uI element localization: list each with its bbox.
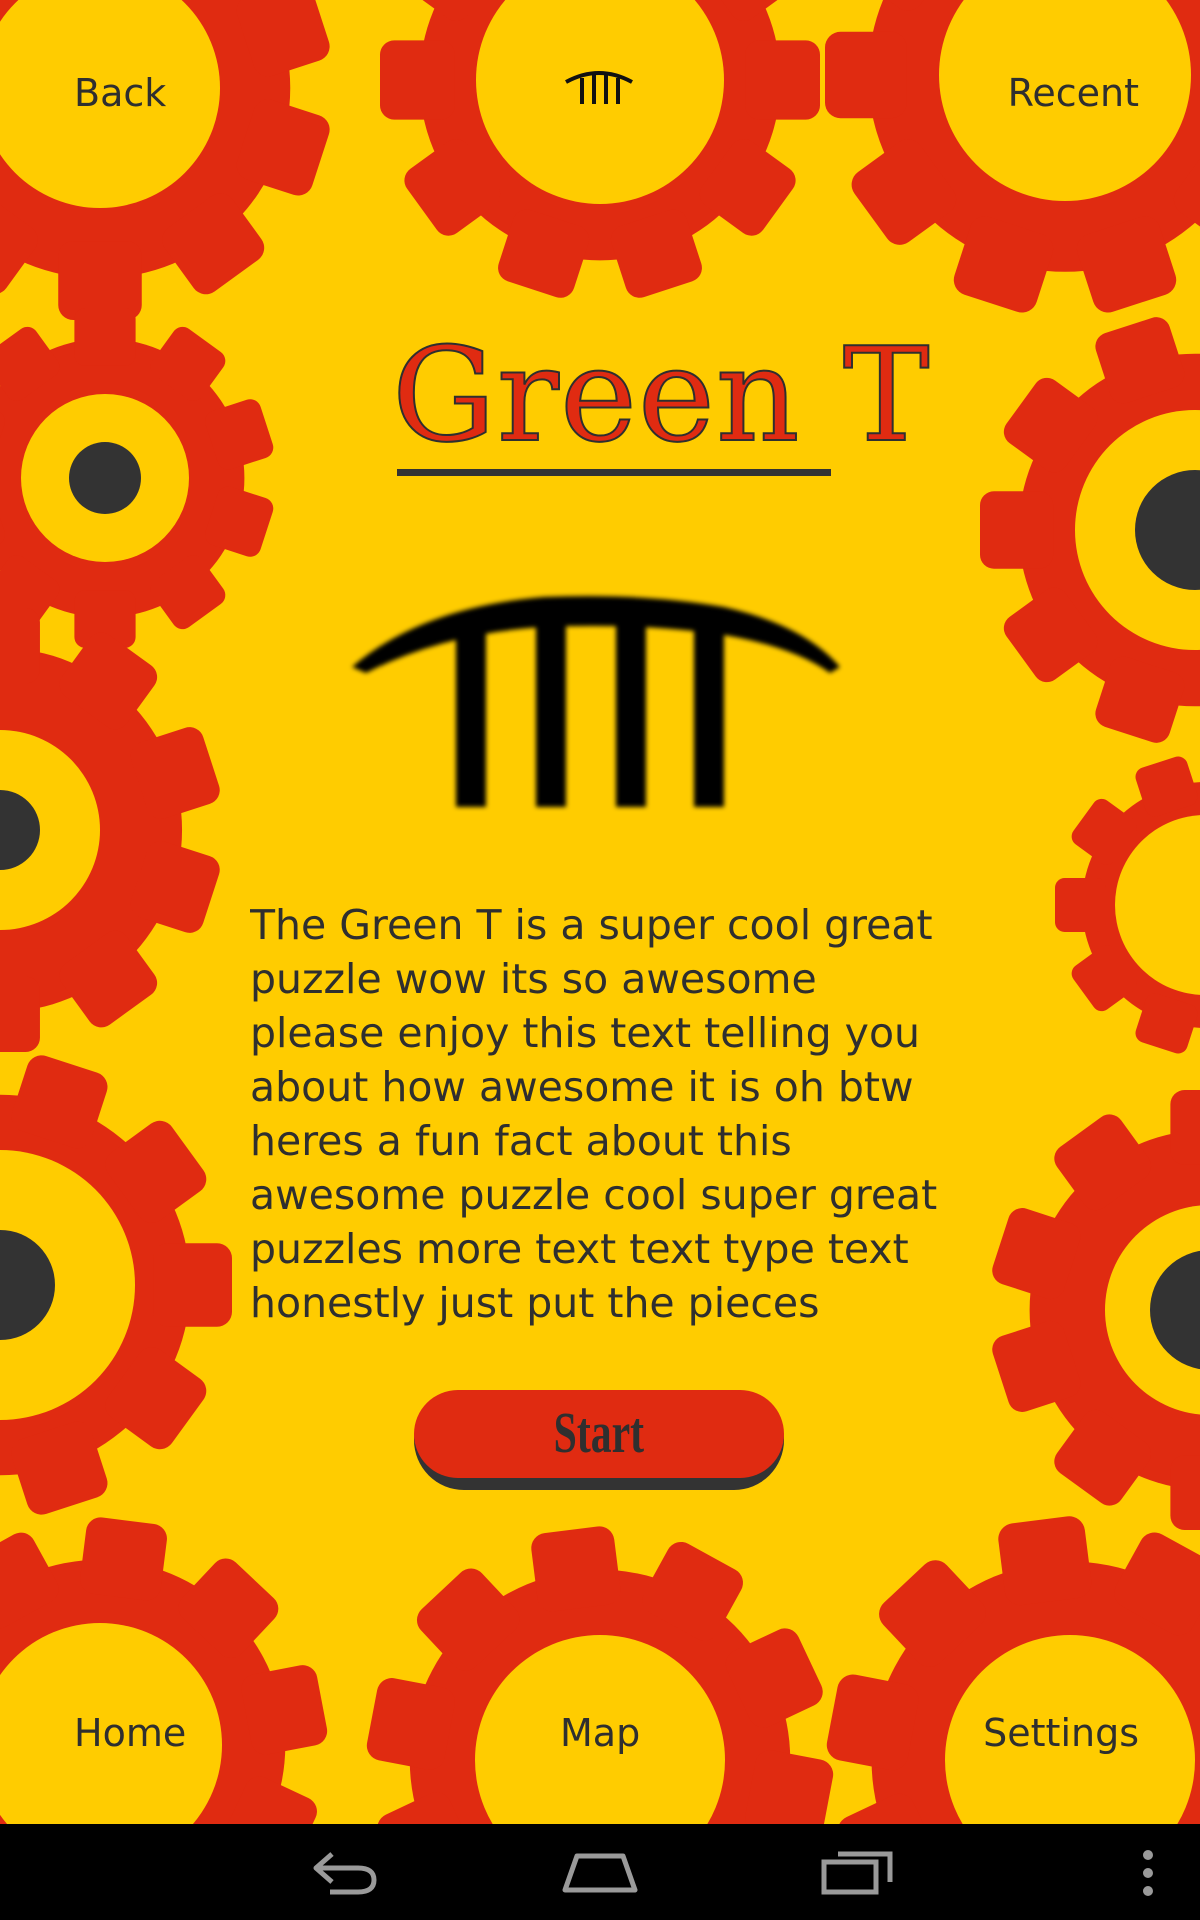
gear-axle xyxy=(69,442,141,514)
overflow-menu-icon[interactable] xyxy=(1136,1848,1160,1898)
gear-tooth xyxy=(826,1674,919,1771)
gear-tooth xyxy=(1170,1090,1200,1165)
settings-button[interactable]: Settings xyxy=(983,1714,1139,1752)
gear-shape xyxy=(366,1526,834,1824)
home-outline-icon[interactable] xyxy=(560,1848,640,1896)
gear-shape xyxy=(0,0,330,320)
gear-tooth xyxy=(998,1516,1092,1606)
gear-shape xyxy=(992,1090,1200,1530)
gear-tooth xyxy=(1055,878,1106,932)
gear-tooth xyxy=(825,31,907,119)
gear-shape xyxy=(0,608,220,1052)
title-underline xyxy=(397,469,831,476)
back-arrow-icon[interactable] xyxy=(306,1846,382,1898)
gear-shape xyxy=(825,0,1200,313)
start-button-label: Start xyxy=(553,1400,645,1465)
gear-tooth xyxy=(241,1665,328,1755)
gear-tooth xyxy=(380,40,455,120)
system-navigation-bar xyxy=(0,1824,1200,1920)
gear-shape xyxy=(380,0,820,298)
gear-tooth xyxy=(80,1517,167,1601)
gear-tooth xyxy=(74,308,136,366)
gear-tooth xyxy=(1170,1455,1200,1530)
gear-shape xyxy=(826,1516,1200,1824)
gear-tooth xyxy=(0,608,40,684)
gear-tooth xyxy=(980,491,1054,569)
gear-tooth xyxy=(0,976,40,1052)
gear-shape xyxy=(0,308,274,648)
gear-shape xyxy=(980,317,1200,743)
recent-button[interactable]: Recent xyxy=(1008,74,1139,112)
gear-tooth xyxy=(366,1678,455,1770)
home-button[interactable]: Home xyxy=(74,1714,186,1752)
map-button[interactable]: Map xyxy=(560,1714,640,1752)
gear-tooth xyxy=(745,1750,834,1824)
gear-shape xyxy=(1055,756,1200,1054)
puzzle-detail-screen: Back Recent Green T The Green T is a sup… xyxy=(0,0,1200,1824)
gear-tooth xyxy=(153,1243,232,1327)
bridge-arch-icon xyxy=(352,596,840,807)
gear-shape xyxy=(0,1055,232,1515)
start-button[interactable]: Start xyxy=(414,1390,784,1490)
start-button-face: Start xyxy=(414,1390,784,1478)
gear-tooth xyxy=(531,1526,621,1612)
puzzle-title: Green T xyxy=(391,319,931,471)
gear-tooth xyxy=(745,40,820,120)
gear-shape xyxy=(0,1517,328,1824)
recent-apps-icon[interactable] xyxy=(820,1848,896,1896)
bridge-arch-icon[interactable] xyxy=(564,66,634,108)
back-button[interactable]: Back xyxy=(74,74,166,112)
app-screen: Back Recent Green T The Green T is a sup… xyxy=(0,0,1200,1920)
puzzle-description: The Green T is a super cool great puzzle… xyxy=(250,901,938,1327)
